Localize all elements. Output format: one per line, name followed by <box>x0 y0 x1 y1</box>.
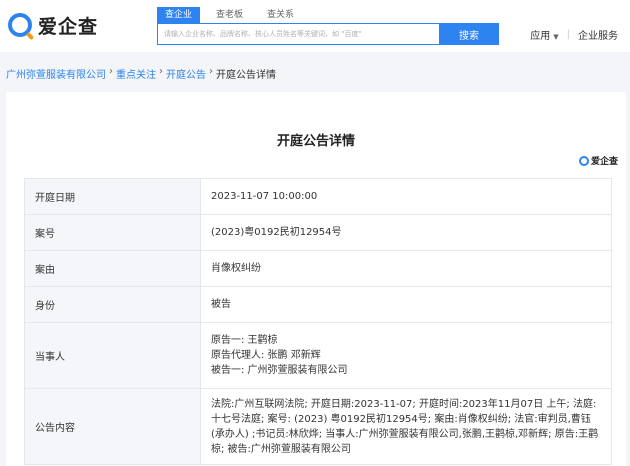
logo-text: 爱企查 <box>38 15 99 38</box>
party-line: 原告代理人: 张鹏 邓新辉 <box>211 350 321 361</box>
field-label: 身份 <box>24 286 201 323</box>
detail-table: 开庭日期 2023-11-07 10:00:00 案号 (2023)粤0192民… <box>24 178 612 465</box>
breadcrumb-separator: › <box>109 66 113 77</box>
apps-menu[interactable]: 应用 ▼ <box>530 27 558 42</box>
top-bar: 爱企查 查企业 查老板 查关系 搜索 应用▼ | 企业服务 <box>0 0 630 52</box>
enterprise-service-link[interactable]: 企业服务 <box>578 27 618 42</box>
field-value: 2023-11-07 10:00:00 <box>200 178 612 215</box>
field-value: 被告 <box>200 286 612 323</box>
search-input[interactable] <box>157 23 439 45</box>
breadcrumb-separator: › <box>159 66 163 77</box>
breadcrumb-watchlist[interactable]: 重点关注 <box>116 66 156 81</box>
table-row: 开庭日期 2023-11-07 10:00:00 <box>24 178 612 215</box>
field-label: 案号 <box>24 214 201 251</box>
field-value: (2023)粤0192民初12954号 <box>200 214 612 251</box>
top-nav: 应用 ▼ | 企业服务 <box>530 27 618 42</box>
table-row: 当事人 原告一: 王鹳椋 原告代理人: 张鹏 邓新辉 被告一: 广州弥萱服装有限… <box>24 322 612 389</box>
breadcrumb: 广州弥萱服装有限公司 › 重点关注 › 开庭公告 › 开庭公告详情 <box>6 66 276 81</box>
table-row: 公告内容 法院:广州互联网法院; 开庭日期:2023-11-07; 开庭时间:2… <box>24 388 612 465</box>
field-label: 公告内容 <box>24 388 201 465</box>
breadcrumb-current: 开庭公告详情 <box>216 70 276 81</box>
field-value: 肖像权纠纷 <box>200 250 612 287</box>
field-label: 当事人 <box>24 322 201 389</box>
mini-logo: 爱企查 <box>578 154 618 167</box>
field-label: 案由 <box>24 250 201 287</box>
logo-icon <box>8 13 32 37</box>
page-title: 开庭公告详情 <box>276 134 355 149</box>
party-line: 被告一: 广州弥萱服装有限公司 <box>211 365 348 376</box>
table-row: 案号 (2023)粤0192民初12954号 <box>24 214 612 251</box>
tab-relation[interactable]: 查关系 <box>259 7 302 23</box>
party-line: 原告一: 王鹳椋 <box>211 335 278 346</box>
table-row: 身份 被告 <box>24 286 612 323</box>
tab-boss[interactable]: 查老板 <box>208 7 251 23</box>
search-type-tabs: 查企业 查老板 查关系 <box>157 7 310 23</box>
table-row: 案由 肖像权纠纷 <box>24 250 612 287</box>
field-value: 原告一: 王鹳椋 原告代理人: 张鹏 邓新辉 被告一: 广州弥萱服装有限公司 <box>200 322 612 389</box>
breadcrumb-company[interactable]: 广州弥萱服装有限公司 <box>6 66 106 81</box>
breadcrumb-notices[interactable]: 开庭公告 <box>166 66 206 81</box>
site-logo[interactable]: 爱企查 <box>8 12 98 38</box>
logo-icon <box>578 155 589 166</box>
chevron-down-icon: ▼ <box>553 33 559 41</box>
mini-logo-text: 爱企查 <box>590 157 618 167</box>
breadcrumb-separator: › <box>209 66 213 77</box>
tab-company[interactable]: 查企业 <box>157 7 201 23</box>
apps-label: 应用 <box>530 31 551 42</box>
detail-card: 开庭公告详情 爱企查 开庭日期 2023-11-07 10:00:00 案号 (… <box>6 92 626 466</box>
search-button[interactable]: 搜索 <box>439 23 499 45</box>
field-value: 法院:广州互联网法院; 开庭日期:2023-11-07; 开庭时间:2023年1… <box>200 388 612 465</box>
nav-divider: | <box>566 29 570 40</box>
field-label: 开庭日期 <box>24 178 201 215</box>
search-box: 搜索 <box>157 23 499 45</box>
